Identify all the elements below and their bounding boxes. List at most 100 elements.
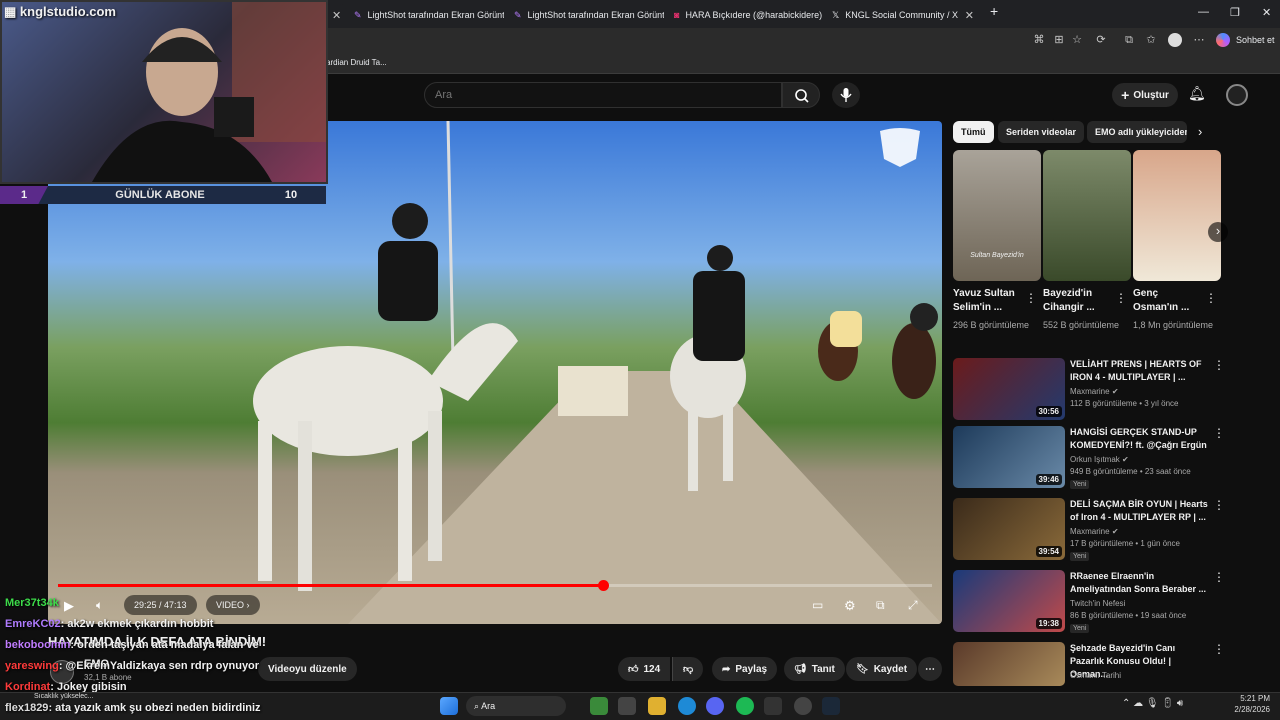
terminal-icon[interactable] xyxy=(764,697,782,715)
video-menu-icon[interactable]: ⋮ xyxy=(1213,358,1225,372)
share-button[interactable]: ➦ Paylaş xyxy=(712,657,778,681)
video-title[interactable]: VELİAHT PRENS | HEARTS OF IRON 4 - MULTI… xyxy=(1070,358,1210,384)
miniplayer-icon[interactable]: ⧉ xyxy=(876,598,885,613)
copilot-icon[interactable] xyxy=(1216,33,1230,47)
more-actions-button[interactable]: ⋯ xyxy=(918,657,942,681)
minimize-button[interactable]: — xyxy=(1198,6,1209,18)
system-tray[interactable]: ⌃ ☁ 🎙︎ 🔋︎ 🔊︎ xyxy=(1122,698,1183,709)
chevron-right-icon[interactable]: › xyxy=(1198,124,1202,139)
search-button[interactable] xyxy=(782,82,820,108)
favorites-icon[interactable]: ✩ xyxy=(1144,33,1158,47)
favorite-star-icon[interactable]: ☆ xyxy=(1070,33,1084,47)
save-button[interactable]: 🔖︎ Kaydet xyxy=(846,657,918,681)
video-thumbnail[interactable]: 30:56 xyxy=(953,358,1065,420)
short-title-2[interactable]: Bayezid'in Cihangir ... xyxy=(1043,287,1115,315)
short-menu-icon[interactable]: ⋮ xyxy=(1025,291,1037,305)
channel-name[interactable]: Maxmarine ✔ xyxy=(1070,387,1119,396)
chip-uploader[interactable]: EMO adlı yükleyiciden xyxy=(1087,121,1187,143)
channel-name[interactable]: Maxmarine ✔ xyxy=(1070,527,1119,536)
video-thumbnail[interactable]: 19:38 xyxy=(953,570,1065,632)
video-title[interactable]: RRaenee Elraenn'in Ameliyatından Sonra B… xyxy=(1070,570,1210,596)
create-button[interactable]: + Oluştur xyxy=(1112,83,1178,107)
short-title-3[interactable]: Genç Osman'ın ... xyxy=(1133,287,1205,315)
video-thumbnail[interactable] xyxy=(953,642,1065,686)
apps-icon[interactable]: ⊞ xyxy=(1052,33,1066,47)
short-menu-icon[interactable]: ⋮ xyxy=(1115,291,1127,305)
recommended-video[interactable]: 39:54 DELİ SAÇMA BİR OYUN | Hearts of Ir… xyxy=(953,498,1273,564)
progress-scrubber-handle[interactable] xyxy=(597,580,609,591)
tab-label: LightShot tarafından Ekran Görünt xyxy=(527,10,664,20)
close-icon[interactable]: ✕ xyxy=(965,9,974,22)
notifications-bell-icon[interactable]: 🔔︎ xyxy=(1188,85,1206,102)
promote-button[interactable]: 📢︎ Tanıt xyxy=(784,657,845,681)
split-screen-icon[interactable]: ⧉ xyxy=(1122,33,1136,47)
taskbar-clock[interactable]: 5:21 PM 2/28/2026 xyxy=(1206,693,1270,715)
chip-all[interactable]: Tümü xyxy=(953,121,994,143)
volume-icon[interactable]: 🔈︎ xyxy=(96,598,103,613)
video-menu-icon[interactable]: ⋮ xyxy=(1213,570,1225,584)
recommended-video[interactable]: 30:56 VELİAHT PRENS | HEARTS OF IRON 4 -… xyxy=(953,358,1273,424)
window-close-button[interactable]: ✕ xyxy=(1262,6,1271,19)
maximize-button[interactable]: ❐ xyxy=(1230,6,1240,19)
fullscreen-icon[interactable]: ⤢ xyxy=(908,598,918,613)
recommended-video[interactable]: 39:46 HANGİSİ GERÇEK STAND-UP KOMEDYENİ?… xyxy=(953,426,1273,492)
new-badge: Yeni xyxy=(1070,624,1090,633)
voice-search-button[interactable] xyxy=(832,82,860,108)
logo-icon: ▦ xyxy=(4,4,17,19)
taskbar-search[interactable]: ⌕ Ara xyxy=(466,696,566,716)
bookmark-item[interactable]: ardian Druid Ta... xyxy=(326,58,387,67)
sub-current: 1 xyxy=(0,186,48,204)
chat-button[interactable]: Sohbet et xyxy=(1236,35,1275,45)
translate-icon[interactable]: ⌘ xyxy=(1032,33,1046,47)
short-title-1[interactable]: Yavuz Sultan Selim'in ... xyxy=(953,287,1025,315)
close-icon[interactable]: ✕ xyxy=(332,9,341,22)
share-icon: ➦ xyxy=(722,663,731,675)
file-explorer-icon[interactable] xyxy=(648,697,666,715)
task-view-icon[interactable] xyxy=(618,697,636,715)
channel-name[interactable]: Osmanlı Tarihi xyxy=(1070,671,1121,680)
account-avatar[interactable] xyxy=(1226,84,1248,106)
discord-icon[interactable] xyxy=(706,697,724,715)
search-box[interactable] xyxy=(424,82,782,108)
video-title[interactable]: HANGİSİ GERÇEK STAND-UP KOMEDYENİ?! ft. … xyxy=(1070,426,1210,452)
tab-x-community[interactable]: 𝕏 KNGL Social Community / X ✕ xyxy=(824,4,982,26)
new-tab-button[interactable]: + xyxy=(990,3,998,19)
dislike-button[interactable]: 👎︎ xyxy=(672,657,704,681)
profile-avatar[interactable] xyxy=(1168,33,1182,47)
more-options-icon[interactable]: ⋯ xyxy=(1192,33,1206,47)
obs-icon[interactable] xyxy=(794,697,812,715)
tab-lightshot-1[interactable]: ✎ LightShot tarafından Ekran Görünt ✕ xyxy=(346,4,504,26)
windows-start-icon[interactable] xyxy=(440,697,458,715)
channel-name[interactable]: Orkun Işıtmak ✔ xyxy=(1070,455,1129,464)
video-thumbnail[interactable]: 39:54 xyxy=(953,498,1065,560)
weather-widget[interactable]: Sıcaklık yükselec... xyxy=(34,693,94,700)
settings-gear-icon[interactable]: ⚙ xyxy=(844,598,856,614)
recommended-video[interactable]: 19:38 RRaenee Elraenn'in Ameliyatından S… xyxy=(953,570,1273,636)
subtitles-icon[interactable]: ▭ xyxy=(812,598,823,612)
short-thumbnail-2[interactable] xyxy=(1043,150,1131,281)
chip-series[interactable]: Seriden videolar xyxy=(998,121,1085,143)
play-button[interactable]: ▶ xyxy=(64,598,74,614)
video-thumbnail[interactable]: 39:46 xyxy=(953,426,1065,488)
short-thumbnail-3[interactable] xyxy=(1133,150,1221,281)
video-menu-icon[interactable]: ⋮ xyxy=(1213,498,1225,512)
short-thumbnail-1[interactable]: Sultan Bayezid'in xyxy=(953,150,1041,281)
short-menu-icon[interactable]: ⋮ xyxy=(1205,291,1217,305)
extensions-icon[interactable]: ⟳ xyxy=(1094,33,1108,47)
video-menu-icon[interactable]: ⋮ xyxy=(1213,642,1225,656)
widgets-icon[interactable] xyxy=(590,697,608,715)
shorts-next-button[interactable]: › xyxy=(1208,222,1228,242)
video-menu-icon[interactable]: ⋮ xyxy=(1213,426,1225,440)
like-button[interactable]: 👍︎ 124 xyxy=(618,657,671,681)
edit-video-button[interactable]: Videoyu düzenle xyxy=(258,657,357,681)
tab-instagram[interactable]: ◙ HARA Bıçkıdere (@harabickidere) ✕ xyxy=(666,4,822,26)
chapter-button[interactable]: VIDEO › xyxy=(206,595,260,615)
steam-icon[interactable] xyxy=(822,697,840,715)
search-input[interactable] xyxy=(425,83,781,107)
tab-lightshot-2[interactable]: ✎ LightShot tarafından Ekran Görünt ✕ xyxy=(506,4,664,26)
spotify-icon[interactable] xyxy=(736,697,754,715)
edge-browser-icon[interactable] xyxy=(678,697,696,715)
channel-name[interactable]: Twitch'in Nefesi xyxy=(1070,599,1125,608)
video-title[interactable]: DELİ SAÇMA BİR OYUN | Hearts of Iron 4 -… xyxy=(1070,498,1210,524)
recommended-video[interactable]: Şehzade Bayezid'in Canı Pazarlık Konusu … xyxy=(953,642,1273,686)
